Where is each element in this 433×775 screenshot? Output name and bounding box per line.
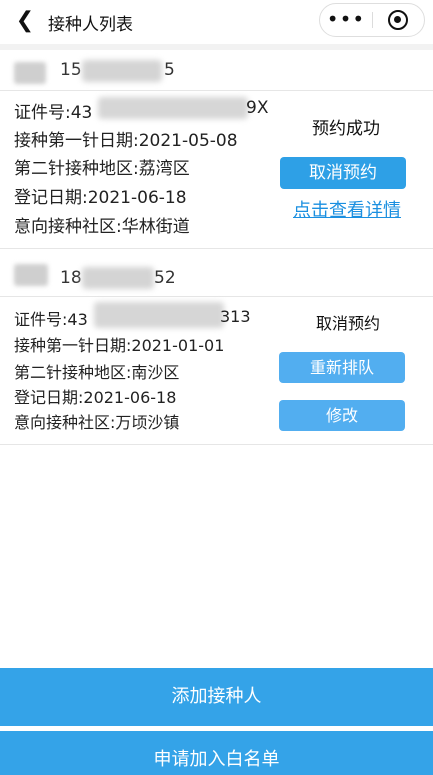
status-badge: 预约成功	[312, 119, 380, 139]
view-details-link[interactable]: 点击查看详情	[293, 196, 401, 222]
intended-community: 意向接种社区:华林街道	[14, 217, 190, 237]
apply-whitelist-button[interactable]: 申请加入白名单	[0, 731, 433, 775]
id-prefix: 43	[67, 310, 88, 329]
register-date: 登记日期:2021-06-18	[14, 188, 187, 208]
id-label: 证件号:	[14, 103, 71, 123]
mini-program-capsule: •••	[319, 3, 425, 37]
intended-community: 意向接种社区:万顷沙镇	[14, 413, 180, 432]
target-circle-icon[interactable]	[388, 10, 408, 30]
more-dots-icon[interactable]: •••	[320, 4, 372, 36]
second-dose-area: 第二针接种地区:荔湾区	[14, 159, 190, 179]
masked-name	[14, 264, 48, 286]
card-divider	[0, 90, 433, 91]
id-label: 证件号:	[14, 310, 68, 329]
nav-bar: ❮ 接种人列表 •••	[0, 0, 433, 44]
person-card: 15 5 证件号:43 9X 接种第一针日期:2021-05-08 第二针接种地…	[0, 50, 433, 246]
first-dose-date: 接种第一针日期:2021-01-01	[14, 336, 225, 355]
id-suffix: 313	[220, 307, 251, 326]
id-number-line: 证件号:43	[14, 98, 92, 123]
card-separator	[0, 248, 433, 249]
id-prefix: 43	[70, 103, 93, 123]
requeue-button[interactable]: 重新排队	[279, 352, 405, 383]
edit-button[interactable]: 修改	[279, 400, 405, 431]
page-title: 接种人列表	[48, 15, 133, 35]
phone-suffix: 52	[154, 268, 176, 288]
phone-prefix: 18	[60, 268, 82, 288]
card-divider	[0, 296, 433, 297]
masked-phone	[82, 267, 154, 289]
masked-phone	[82, 60, 162, 82]
masked-name	[14, 62, 46, 84]
card-separator	[0, 444, 433, 445]
status-badge: 取消预约	[316, 314, 381, 333]
phone-suffix: 5	[164, 60, 175, 80]
id-suffix: 9X	[246, 98, 269, 118]
phone-prefix: 15	[60, 60, 82, 80]
person-card: 18 52 证件号:43 313 接种第一针日期:2021-01-01 第二针接…	[0, 250, 433, 444]
cancel-appointment-button[interactable]: 取消预约	[280, 157, 406, 189]
capsule-divider	[372, 12, 373, 28]
id-number-line: 证件号:43	[14, 306, 88, 330]
masked-id	[94, 302, 224, 328]
second-dose-area: 第二针接种地区:南沙区	[14, 363, 180, 382]
masked-id	[98, 97, 248, 119]
add-person-button[interactable]: 添加接种人	[0, 668, 433, 726]
chevron-left-icon[interactable]: ❮	[12, 8, 38, 34]
register-date: 登记日期:2021-06-18	[14, 388, 177, 407]
first-dose-date: 接种第一针日期:2021-05-08	[14, 131, 238, 151]
